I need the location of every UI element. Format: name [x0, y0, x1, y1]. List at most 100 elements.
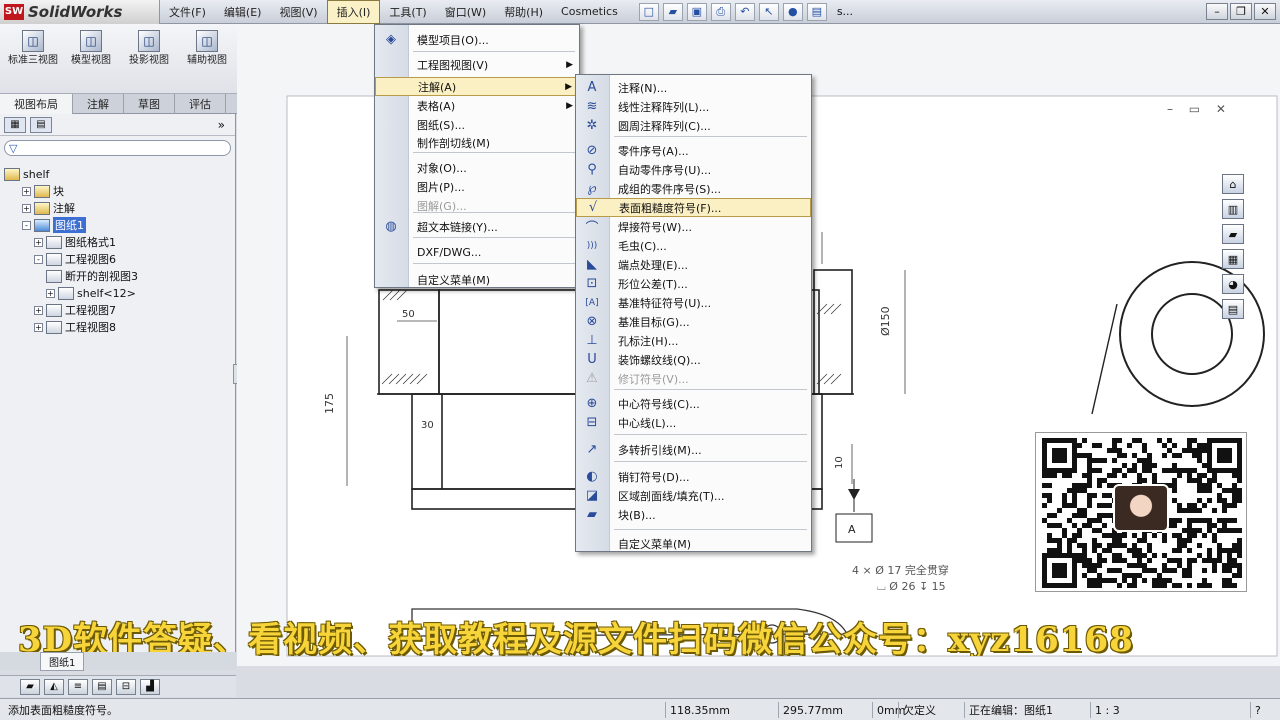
- menu-5[interactable]: 窗口(W): [436, 0, 495, 24]
- insert-menu-item[interactable]: 注解(A) ▶: [375, 77, 579, 96]
- annotation-menu-item[interactable]: [A] 基准特征符号(U)...: [576, 293, 811, 312]
- hole-callout-line2[interactable]: ⌴ Ø 26 ↧ 15: [877, 580, 946, 593]
- annotation-menu-item[interactable]: ⚲ 自动零件序号(U)...: [576, 160, 811, 179]
- sheet-tab[interactable]: 图纸1: [40, 651, 85, 671]
- annotation-menu-item[interactable]: ✲ 圆周注释阵列(C)...: [576, 116, 811, 135]
- print-icon[interactable]: ⎙: [710, 2, 731, 21]
- expander-icon[interactable]: +: [22, 203, 31, 213]
- status-scale[interactable]: 1 : 3: [1090, 702, 1124, 718]
- expander-icon[interactable]: +: [34, 322, 43, 332]
- menu-3[interactable]: 插入(I): [326, 0, 381, 24]
- expander-icon[interactable]: +: [34, 305, 43, 315]
- tree-node[interactable]: 断开的剖视图3: [46, 268, 138, 284]
- insert-menu-item[interactable]: 工程图视图(V) ▶: [375, 55, 579, 74]
- tree-node[interactable]: + 图纸格式1: [34, 234, 116, 250]
- cmd-button-3[interactable]: ◫ 辅助视图: [180, 30, 234, 67]
- restore-icon[interactable]: ❐: [1230, 3, 1252, 20]
- annotation-menu-item[interactable]: ⊗ 基准目标(G)...: [576, 312, 811, 331]
- hole-callout-line1[interactable]: 4 × Ø 17 完全贯穿: [852, 563, 949, 577]
- tree-node[interactable]: + 工程视图8: [34, 319, 116, 335]
- insert-menu-item[interactable]: 对象(O)...: [375, 158, 579, 177]
- options-icon[interactable]: ▤: [806, 2, 827, 21]
- feature-tree-icon[interactable]: ▦: [4, 116, 26, 133]
- dimension-ten[interactable]: 10: [834, 456, 845, 469]
- insert-menu-item[interactable]: ◈ 模型项目(O)...: [375, 30, 579, 49]
- tab-2[interactable]: 草图: [124, 94, 175, 114]
- annotation-menu-item[interactable]: ⊘ 零件序号(A)...: [576, 141, 811, 160]
- insert-menu-item[interactable]: 图纸(S)...: [375, 115, 579, 134]
- expander-icon[interactable]: -: [22, 220, 31, 230]
- new-file-icon[interactable]: □: [638, 2, 659, 21]
- hide-edge-icon[interactable]: ⊟: [116, 678, 136, 695]
- view-palette-icon[interactable]: ▦: [1222, 249, 1244, 269]
- tab-0[interactable]: 视图布局: [0, 94, 73, 114]
- cmd-button-1[interactable]: ◫ 模型视图: [64, 30, 118, 67]
- annotation-menu-item[interactable]: √ 表面粗糙度符号(F)...: [576, 198, 811, 217]
- insert-menu-item[interactable]: 图片(P)...: [375, 177, 579, 196]
- app-logo[interactable]: SW SolidWorks: [0, 0, 160, 24]
- dimension-small[interactable]: 30: [421, 420, 434, 431]
- annotation-menu-item[interactable]: ))) 毛虫(C)...: [576, 236, 811, 255]
- expander-icon[interactable]: +: [46, 288, 55, 298]
- expander-icon[interactable]: -: [34, 254, 43, 264]
- help-icon[interactable]: ?: [1250, 702, 1265, 718]
- dimension-height[interactable]: 175: [323, 393, 336, 414]
- close-icon[interactable]: ✕: [1254, 3, 1276, 20]
- annotation-menu-item[interactable]: ⌒ 焊接符号(W)...: [576, 217, 811, 237]
- annotation-menu-item[interactable]: U 装饰螺纹线(Q)...: [576, 350, 811, 369]
- annotation-menu-item[interactable]: ⊕ 中心符号线(C)...: [576, 394, 811, 413]
- design-library-icon[interactable]: ▥: [1222, 199, 1244, 219]
- menu-1[interactable]: 编辑(E): [215, 0, 271, 24]
- expand-icon[interactable]: »: [218, 118, 225, 132]
- menu-0[interactable]: 文件(F): [160, 0, 215, 24]
- insert-menu-item[interactable]: 自定义菜单(M): [375, 270, 579, 289]
- tree-node[interactable]: + 注解: [22, 200, 75, 216]
- line-style-icon[interactable]: ▤: [92, 678, 112, 695]
- tab-1[interactable]: 注解: [73, 94, 124, 114]
- insert-menu-item[interactable]: DXF/DWG...: [375, 243, 579, 262]
- tree-node[interactable]: shelf: [4, 166, 49, 182]
- search-label[interactable]: s...: [837, 5, 853, 18]
- tab-3[interactable]: 评估: [175, 94, 226, 114]
- annotation-menu-item[interactable]: ≋ 线性注释阵列(L)...: [576, 97, 811, 116]
- view-window-buttons[interactable]: – ▭ ✕: [1167, 102, 1232, 116]
- insert-menu-item[interactable]: ◍ 超文本链接(Y)...: [375, 217, 579, 236]
- custom-properties-icon[interactable]: ▤: [1222, 299, 1244, 319]
- annotation-menu-item[interactable]: ◐ 销钉符号(D)...: [576, 467, 811, 486]
- insert-menu-item[interactable]: 制作剖切线(M): [375, 133, 579, 152]
- annotation-menu-item[interactable]: ⊡ 形位公差(T)...: [576, 274, 811, 293]
- annotation-menu-item[interactable]: ℘ 成组的零件序号(S)...: [576, 179, 811, 198]
- annotation-menu-item[interactable]: ↗ 多转折引线(M)...: [576, 440, 811, 459]
- tree-filter[interactable]: ▽: [4, 140, 231, 156]
- save-icon[interactable]: ▣: [686, 2, 707, 21]
- rebuild-icon[interactable]: ●: [782, 2, 803, 21]
- tree-node[interactable]: + 块: [22, 183, 64, 199]
- annotation-menu-item[interactable]: ⊟ 中心线(L)...: [576, 413, 811, 432]
- expander-icon[interactable]: +: [22, 186, 31, 196]
- line-format-icon[interactable]: ◭: [44, 678, 64, 695]
- undo-icon[interactable]: ↶: [734, 2, 755, 21]
- cmd-button-0[interactable]: ◫ 标准三视图: [6, 30, 60, 67]
- annotation-menu-item[interactable]: A 注释(N)...: [576, 78, 811, 97]
- cmd-button-2[interactable]: ◫ 投影视图: [122, 30, 176, 67]
- open-folder-icon[interactable]: ▰: [662, 2, 683, 21]
- appearance-icon[interactable]: ◕: [1222, 274, 1244, 294]
- tree-node[interactable]: + 工程视图7: [34, 302, 116, 318]
- layer-icon[interactable]: ▰: [20, 678, 40, 695]
- annotation-menu-item[interactable]: ◪ 区域剖面线/填充(T)...: [576, 486, 811, 505]
- expander-icon[interactable]: +: [34, 237, 43, 247]
- home-icon[interactable]: ⌂: [1222, 174, 1244, 194]
- annotation-menu-item[interactable]: 自定义菜单(M): [576, 534, 811, 553]
- tree-node[interactable]: - 工程视图6: [34, 251, 116, 267]
- datum-label[interactable]: A: [848, 523, 856, 536]
- line-thickness-icon[interactable]: ≡: [68, 678, 88, 695]
- menu-4[interactable]: 工具(T): [380, 0, 435, 24]
- tree-node[interactable]: + shelf<12>: [46, 285, 136, 301]
- annotation-menu-item[interactable]: ◣ 端点处理(E)...: [576, 255, 811, 274]
- property-manager-icon[interactable]: ▤: [30, 116, 52, 133]
- color-icon[interactable]: ▟: [140, 678, 160, 695]
- annotation-menu-item[interactable]: ▰ 块(B)...: [576, 505, 811, 524]
- tree-node[interactable]: - 图纸1: [22, 217, 86, 233]
- select-icon[interactable]: ↖: [758, 2, 779, 21]
- dimension-top[interactable]: 50: [402, 309, 415, 320]
